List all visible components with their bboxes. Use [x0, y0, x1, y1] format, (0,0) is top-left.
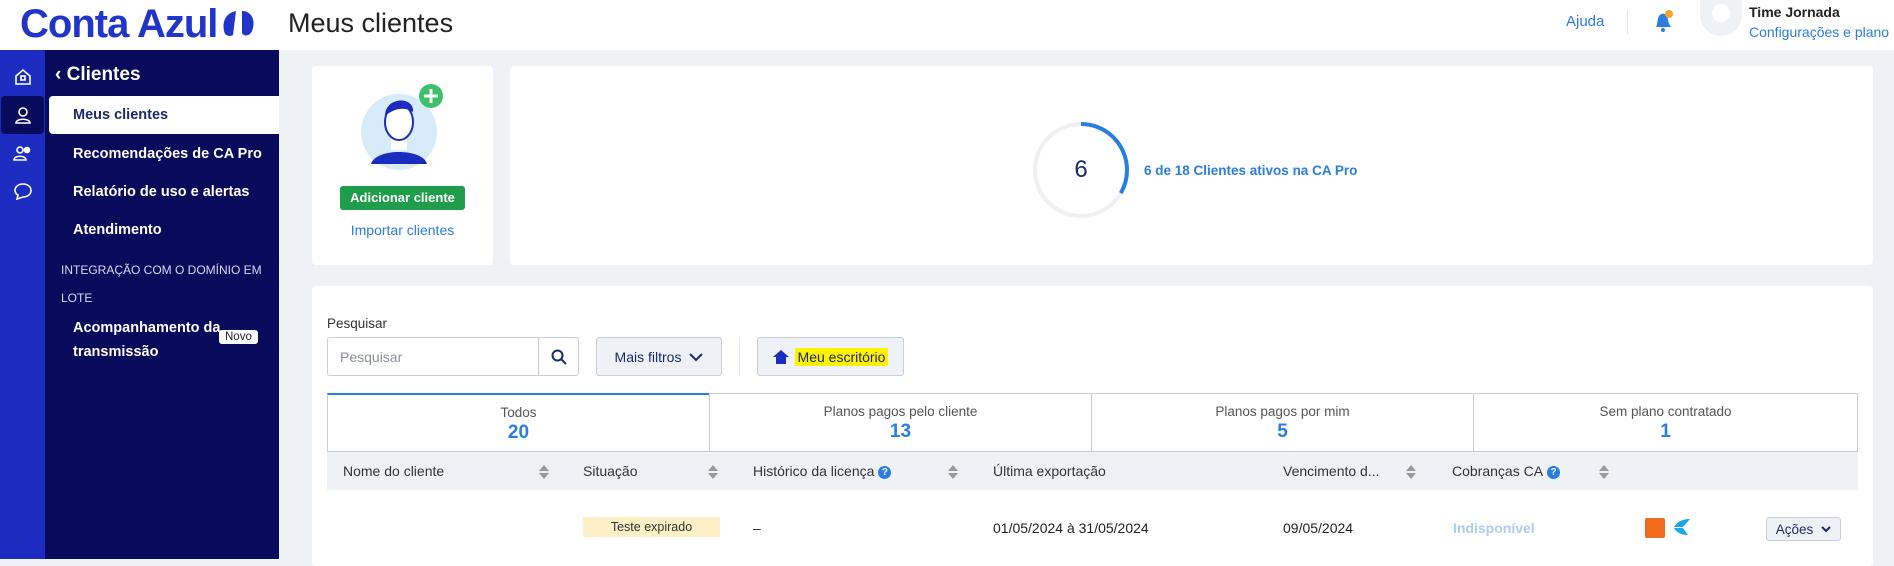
- tab-paid-by-me[interactable]: Planos pagos por mim 5: [1091, 393, 1474, 452]
- cell-billing: Indisponível: [1453, 520, 1535, 536]
- chevron-down-icon: [689, 352, 704, 361]
- chevron-left-icon: ‹: [55, 64, 67, 85]
- notification-bell-icon[interactable]: [1652, 9, 1674, 33]
- settings-plan-link[interactable]: Configurações e plano: [1749, 24, 1889, 40]
- sidebar-title: Clientes: [66, 64, 141, 85]
- my-office-label: Meu escritório: [794, 347, 889, 366]
- chevron-down-icon: [1821, 525, 1831, 532]
- sidebar-item-meus-clientes[interactable]: Meus clientes: [73, 107, 168, 123]
- sort-icon[interactable]: [948, 464, 958, 480]
- user-icon: [14, 107, 31, 124]
- column-label: Histórico da licença: [753, 463, 875, 479]
- rail-clients[interactable]: [1, 96, 44, 134]
- table-header: Nome do cliente Situação Histórico da li…: [327, 452, 1858, 490]
- help-icon[interactable]: ?: [1547, 466, 1561, 479]
- sidebar-item-atendimento[interactable]: Atendimento: [73, 222, 162, 238]
- my-office-button[interactable]: Meu escritório: [757, 337, 904, 376]
- tab-count: 20: [507, 422, 530, 443]
- cell-last-export: 01/05/2024 à 31/05/2024: [993, 520, 1149, 536]
- status-badge: Teste expirado: [583, 517, 720, 537]
- tab-label: Todos: [500, 405, 537, 420]
- sidebar-item-acompanhamento[interactable]: Acompanhamento da transmissão: [73, 316, 223, 364]
- rail-team[interactable]: [1, 134, 44, 172]
- tab-label: Planos pagos pelo cliente: [823, 404, 978, 419]
- help-link[interactable]: Ajuda: [1566, 13, 1604, 30]
- tab-count: 1: [1660, 421, 1671, 442]
- column-header-status[interactable]: Situação: [583, 463, 637, 479]
- sidebar: ‹ Clientes Meus clientes Recomendações d…: [45, 50, 279, 559]
- tab-label: Planos pagos por mim: [1215, 404, 1350, 419]
- tab-label: Sem plano contratado: [1599, 404, 1732, 419]
- logo[interactable]: Conta Azul: [20, 2, 218, 47]
- logo-mark-icon: [223, 11, 254, 36]
- new-badge: Novo: [219, 330, 258, 344]
- import-clients-link[interactable]: Importar clientes: [312, 222, 493, 238]
- cell-history: –: [753, 520, 761, 536]
- sidebar-section-heading: INTEGRAÇÃO COM O DOMÍNIO EM LOTE: [61, 263, 262, 305]
- top-bar: [0, 0, 1894, 50]
- sort-icon[interactable]: [708, 464, 718, 480]
- actions-label: Ações: [1775, 521, 1814, 537]
- sort-icon[interactable]: [539, 464, 549, 480]
- integration-orange-icon: [1645, 518, 1665, 538]
- search-icon: [551, 349, 567, 365]
- column-header-history[interactable]: Histórico da licença?: [753, 463, 892, 479]
- column-header-billing[interactable]: Cobranças CA?: [1452, 463, 1561, 479]
- help-icon[interactable]: ?: [878, 466, 892, 479]
- page-title: Meus clientes: [288, 8, 454, 38]
- tab-no-plan[interactable]: Sem plano contratado 1: [1473, 393, 1858, 452]
- sidebar-back-title[interactable]: ‹ Clientes: [55, 64, 141, 86]
- home-icon: [772, 349, 789, 364]
- chat-icon: [13, 183, 32, 201]
- more-filters-button[interactable]: Mais filtros: [596, 337, 722, 376]
- rail-chat[interactable]: [1, 172, 44, 210]
- active-count: 6: [1074, 156, 1088, 183]
- users-icon: [12, 146, 30, 161]
- client-illustration-icon: [361, 84, 443, 170]
- column-label: Cobranças CA: [1452, 463, 1544, 479]
- rail-home[interactable]: [1, 58, 44, 96]
- sort-icon[interactable]: [1599, 464, 1609, 480]
- icon-rail: [0, 50, 45, 559]
- tab-count: 13: [889, 421, 912, 442]
- column-header-due[interactable]: Vencimento d...: [1283, 463, 1380, 479]
- search-button[interactable]: [538, 337, 579, 376]
- search-label: Pesquisar: [327, 316, 388, 331]
- tab-count: 5: [1277, 421, 1288, 442]
- home-icon: [14, 68, 31, 85]
- sort-icon[interactable]: [1406, 464, 1416, 480]
- tab-paid-by-client[interactable]: Planos pagos pelo cliente 13: [709, 393, 1092, 452]
- sidebar-item-recomendacoes[interactable]: Recomendações de CA Pro: [73, 146, 262, 162]
- divider: [1627, 10, 1628, 34]
- cell-due-date: 09/05/2024: [1283, 520, 1354, 536]
- column-header-name[interactable]: Nome do cliente: [343, 463, 444, 479]
- active-clients-label: 6 de 18 Clientes ativos na CA Pro: [1144, 163, 1358, 178]
- divider: [739, 337, 740, 376]
- search-input[interactable]: [327, 337, 539, 376]
- integration-blue-icon: [1674, 519, 1690, 535]
- user-name: Time Jornada: [1749, 4, 1840, 20]
- actions-button[interactable]: Ações: [1766, 517, 1841, 541]
- sidebar-item-relatorio[interactable]: Relatório de uso e alertas: [73, 184, 249, 200]
- tab-todos[interactable]: Todos 20: [327, 393, 710, 452]
- add-client-button[interactable]: Adicionar cliente: [340, 186, 465, 210]
- more-filters-label: Mais filtros: [614, 348, 682, 365]
- column-header-last-export[interactable]: Última exportação: [993, 463, 1106, 479]
